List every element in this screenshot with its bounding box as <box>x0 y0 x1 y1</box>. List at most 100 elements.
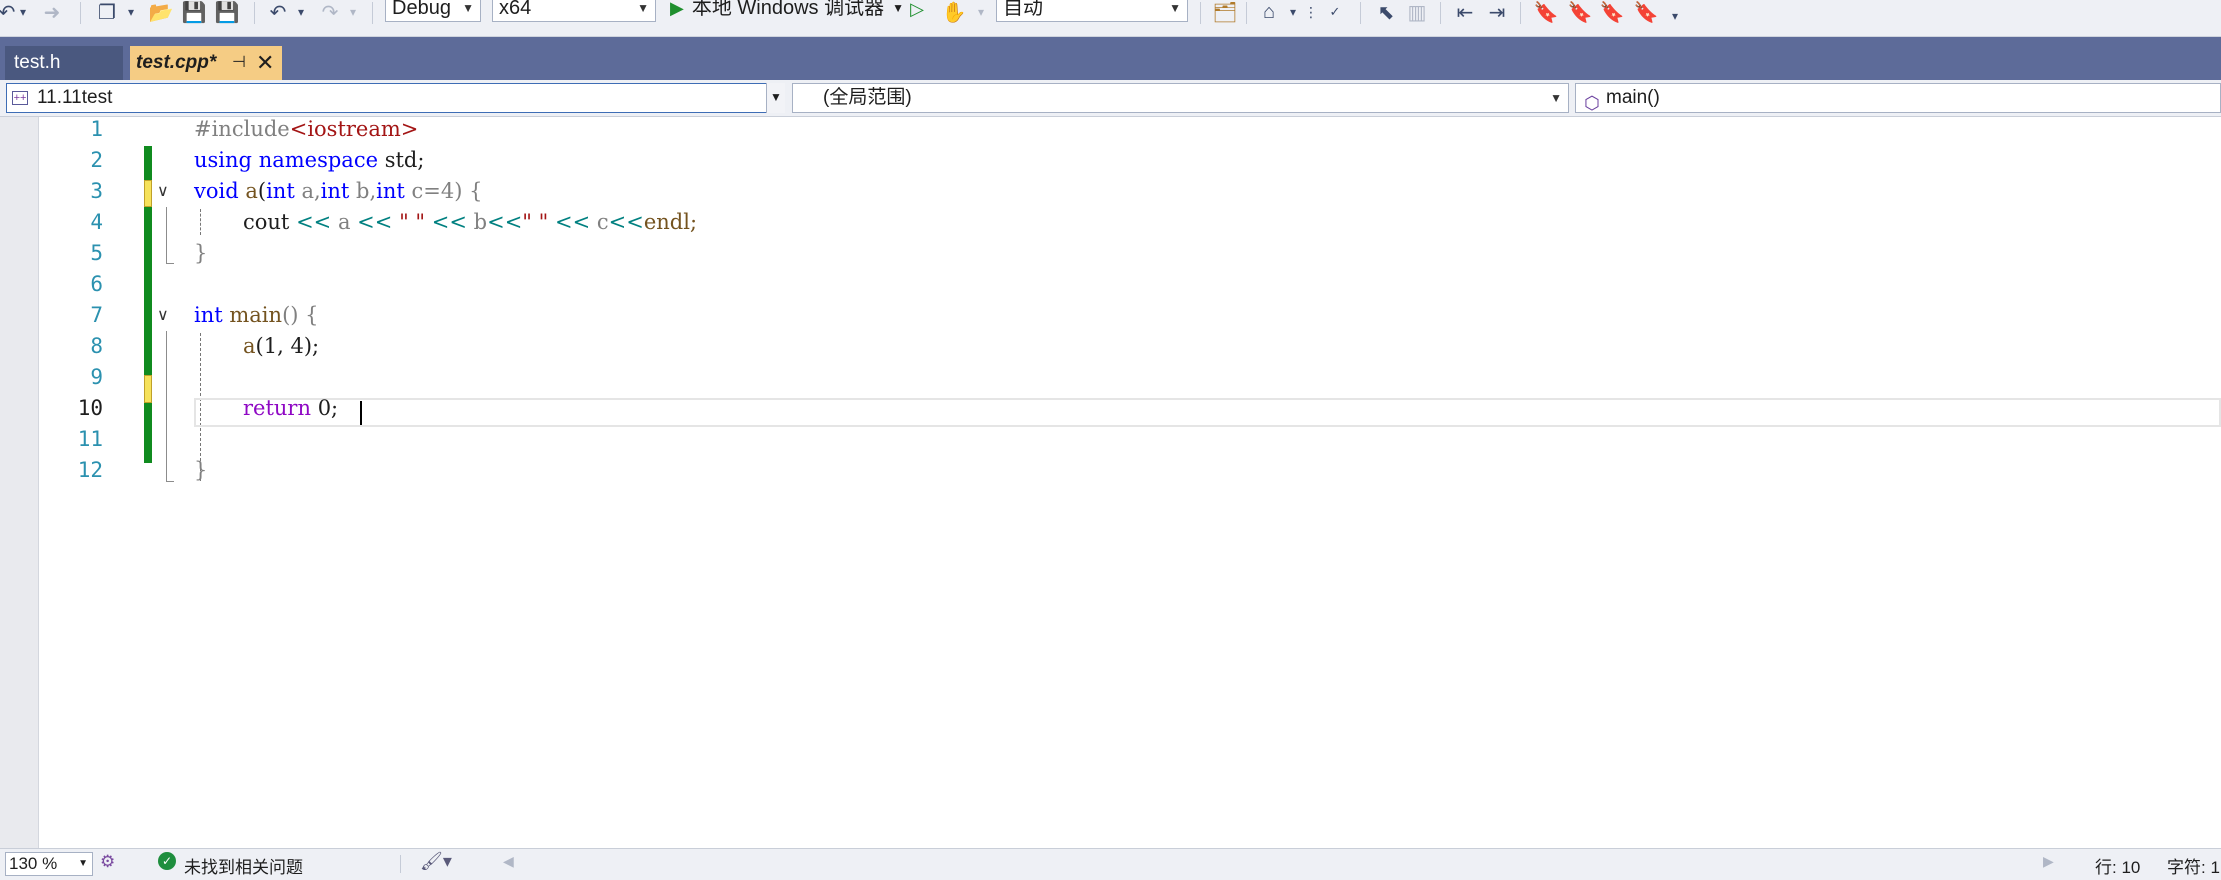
outdent-icon[interactable]: ⇤ <box>1452 0 1478 24</box>
tab-test-h[interactable]: test.h <box>5 46 123 80</box>
new-item-icon[interactable]: ❐ <box>95 0 119 24</box>
tab-test-cpp[interactable]: test.cpp* ⊣ ✕ <box>130 46 282 80</box>
new-item-dropdown-icon[interactable]: ▾ <box>124 0 138 24</box>
start-debugging-label: 本地 Windows 调试器 <box>691 0 885 19</box>
parameter-token: b <box>473 210 488 234</box>
scroll-right-icon[interactable]: ▶ <box>2043 853 2054 870</box>
member-dropdown[interactable]: ⬡ main() <box>1575 83 2221 113</box>
find-in-files-icon[interactable]: 🗂 <box>1212 0 1238 24</box>
solution-config-dropdown[interactable]: Debug ▼ <box>385 0 481 22</box>
code-line-4: cout << a << " " << b<<" " << c<<endl; <box>243 210 697 234</box>
brace-token: } <box>194 458 208 482</box>
layout-icon[interactable]: ▥ <box>1404 0 1430 24</box>
start-debugging-button[interactable]: ▶ 本地 Windows 调试器 ▼ <box>670 0 904 22</box>
parameter-token: c=4) <box>411 179 463 203</box>
punctuation-token: ( <box>257 179 267 203</box>
text-caret <box>360 401 362 425</box>
open-folder-icon[interactable]: 📂 <box>148 0 174 24</box>
zoom-dropdown[interactable]: 130 % ▼ <box>5 852 93 876</box>
debug-mode-value: 自动 <box>1003 0 1043 19</box>
function-name-token: main <box>229 303 283 327</box>
undo-dropdown-icon[interactable]: ▾ <box>294 0 308 24</box>
navigate-forward-icon[interactable]: ➜ <box>42 0 62 24</box>
scope-dropdown[interactable]: (全局范围) ▼ <box>792 83 1569 113</box>
save-icon[interactable]: 💾 <box>182 0 207 24</box>
scroll-left-icon[interactable]: ◀ <box>503 853 514 870</box>
platform-dropdown[interactable]: x64 ▼ <box>492 0 656 22</box>
string-token: " " <box>399 210 426 234</box>
scope-value: (全局范围) <box>823 87 912 108</box>
home-icon[interactable]: ⌂ <box>1256 0 1282 24</box>
code-editor[interactable]: 1 2 3 4 5 6 7 8 9 10 11 12 ∨ ∨ #include<… <box>0 117 2221 848</box>
identifier-token: cout <box>243 210 290 234</box>
char-position[interactable]: 字符: 1 <box>2167 853 2220 878</box>
line-number: 2 <box>90 148 103 172</box>
saved-change-bar <box>144 146 152 180</box>
line-number: 7 <box>90 303 103 327</box>
toolbar-separator <box>1520 2 1521 24</box>
code-line-2: using namespace std; <box>194 148 424 172</box>
select-icon[interactable]: ⬉ <box>1372 0 1400 24</box>
close-icon[interactable]: ✕ <box>256 46 274 80</box>
brace-token: { <box>469 179 483 203</box>
zoom-value: 130 % <box>9 854 58 873</box>
argument-token: (1, <box>255 334 284 358</box>
toolbar-separator <box>80 2 81 24</box>
fold-guide <box>166 207 167 263</box>
punctuation-token: () <box>282 303 299 327</box>
line-number: 9 <box>90 365 103 389</box>
glyph-margin[interactable] <box>0 117 39 848</box>
toolbar-overflow-icon[interactable]: ▾ <box>1668 4 1682 28</box>
dotted-grid-icon[interactable]: ⋮ <box>1304 0 1318 24</box>
identifier-token: std; <box>384 148 425 172</box>
next-bookmark-icon[interactable]: 🔖 <box>1600 0 1625 24</box>
line-number: 3 <box>90 179 103 203</box>
navigate-back-icon[interactable]: ↶ <box>0 0 15 24</box>
hand-icon[interactable]: ✋ <box>942 0 967 24</box>
keyword-token: namespace <box>258 148 379 172</box>
back-dropdown-icon[interactable]: ▾ <box>16 0 30 24</box>
line-position[interactable]: 行: 10 <box>2095 853 2140 878</box>
tab-label: test.cpp* <box>136 52 217 73</box>
keyword-token: int <box>320 179 350 203</box>
issues-status[interactable]: 未找到相关问题 <box>184 853 303 878</box>
unsaved-change-bar <box>144 375 152 403</box>
toolbar-separator <box>1360 2 1361 24</box>
tab-label: test.h <box>14 52 61 73</box>
debug-mode-dropdown[interactable]: 自动 ▼ <box>996 0 1188 22</box>
start-without-debugging-icon[interactable]: ▷ <box>906 0 928 21</box>
previous-bookmark-icon[interactable]: 🔖 <box>1568 0 1593 24</box>
redo-icon[interactable]: ↷ <box>318 0 342 24</box>
home-dropdown-icon[interactable]: ▾ <box>1286 0 1300 24</box>
string-token: " " <box>522 210 549 234</box>
current-line-highlight <box>194 398 2221 427</box>
fold-guide-end <box>166 481 174 482</box>
brace-token: { <box>305 303 319 327</box>
collapse-icon[interactable]: ∨ <box>157 181 169 201</box>
pin-icon[interactable]: ⊣ <box>232 46 246 80</box>
chevron-down-icon[interactable]: ▼ <box>766 83 785 113</box>
indent-icon[interactable]: ⇥ <box>1484 0 1510 24</box>
toolbar-separator <box>254 2 255 24</box>
chevron-down-icon: ▼ <box>637 1 649 15</box>
keyword-token: int <box>194 303 223 327</box>
literal-token: 0; <box>317 396 339 420</box>
brace-token: } <box>194 241 208 265</box>
line-number: 12 <box>77 458 103 482</box>
keyword-token: int <box>266 179 295 203</box>
redo-dropdown-icon[interactable]: ▾ <box>346 0 360 24</box>
keyword-token: using <box>194 148 252 172</box>
copilot-icon[interactable]: ⚙ <box>100 852 115 872</box>
hand-dropdown-icon[interactable]: ▾ <box>974 0 988 24</box>
code-cleanup-icon[interactable]: 🖌▾ <box>420 851 452 872</box>
navigation-bar: ++ 11.11test ▼ (全局范围) ▼ ⬡ main() <box>0 80 2221 117</box>
project-value: 11.11test <box>37 87 113 108</box>
clear-bookmarks-icon[interactable]: 🔖 <box>1634 0 1659 24</box>
bookmark-icon[interactable]: 🔖 <box>1534 0 1559 24</box>
operator-token: << <box>357 210 393 234</box>
project-dropdown[interactable]: ++ 11.11test <box>6 83 785 113</box>
save-all-icon[interactable]: 💾 <box>214 0 240 24</box>
collapse-icon[interactable]: ∨ <box>157 305 169 325</box>
undo-icon[interactable]: ↶ <box>266 0 290 24</box>
spell-check-icon[interactable]: ✓ <box>1322 0 1348 24</box>
